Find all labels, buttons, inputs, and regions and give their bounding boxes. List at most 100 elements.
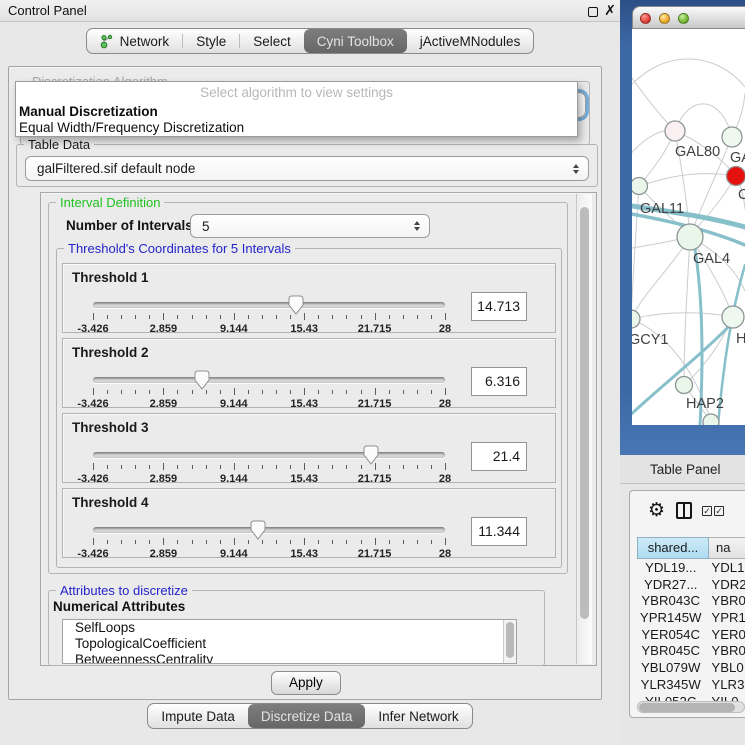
network-graph: GAL80GACGAL11GAL4GCY1HHAP2 [632, 29, 745, 425]
table-body[interactable]: YDL19...YDL1YDR27...YDR2YBR043CYBR0YPR14… [637, 560, 745, 701]
cell-name[interactable]: YER0 [704, 627, 745, 644]
table-row[interactable]: YIL052CYIL0 [637, 694, 745, 702]
threshold-slider[interactable]: -3.4262.8599.14415.4321.71528 [93, 527, 445, 557]
table-row[interactable]: YER054CYER0 [637, 627, 745, 644]
cell-name[interactable]: YIL0 [704, 694, 745, 702]
attributes-list-scrollbar[interactable] [503, 620, 516, 663]
tab-discretize-data[interactable]: Discretize Data [248, 704, 366, 728]
cell-shared-name[interactable]: YBR045C [637, 643, 704, 660]
cell-name[interactable]: YLR3 [704, 677, 745, 694]
network-window-titlebar[interactable] [632, 6, 745, 29]
threshold-block: Threshold 3 -3.4262.8599.14415.4321.7152… [62, 413, 556, 483]
cell-shared-name[interactable]: YPR145W [637, 610, 704, 627]
cell-shared-name[interactable]: YDR27... [637, 577, 704, 594]
table-data-group-title: Table Data [24, 137, 94, 152]
threshold-value-field[interactable]: 14.713 [471, 292, 527, 321]
cell-shared-name[interactable]: YDL19... [637, 560, 704, 577]
threshold-slider[interactable]: -3.4262.8599.14415.4321.71528 [93, 452, 445, 482]
cell-shared-name[interactable]: YLR345W [637, 677, 704, 694]
scrollbar-thumb[interactable] [639, 703, 735, 712]
slider-track[interactable] [93, 452, 445, 458]
network-node[interactable] [703, 414, 719, 425]
scrollbar-thumb[interactable] [580, 207, 589, 619]
threshold-value-field[interactable]: 11.344 [471, 517, 527, 546]
network-node[interactable] [676, 377, 693, 394]
threshold-value-field[interactable]: 6.316 [471, 367, 527, 396]
float-window-icon[interactable] [588, 7, 598, 17]
control-panel: Control Panel ✗ Network Style Select Cyn… [0, 0, 620, 745]
cell-name[interactable]: YDL1 [704, 560, 745, 577]
numerical-attributes-list[interactable]: SelfLoopsTopologicalCoefficientBetweenne… [62, 619, 517, 664]
tab-impute-data-label: Impute Data [161, 709, 235, 724]
slider-ticks [93, 312, 445, 321]
tab-jactivemnodules[interactable]: jActiveMNodules [407, 29, 534, 53]
threshold-value-field[interactable]: 21.4 [471, 442, 527, 471]
cell-name[interactable]: YPR1 [704, 610, 745, 627]
checkbox-icon[interactable]: ✓ [702, 506, 712, 516]
table-data-combobox[interactable]: galFiltered.sif default node [25, 156, 589, 181]
interval-definition-group-title: Interval Definition [56, 195, 164, 210]
network-node-label: HAP2 [686, 396, 724, 412]
network-node[interactable] [722, 127, 742, 147]
algorithm-option-equal-width[interactable]: Equal Width/Frequency Discretization [19, 120, 244, 135]
tab-cyni-toolbox[interactable]: Cyni Toolbox [304, 29, 407, 53]
table-row[interactable]: YLR345WYLR3 [637, 677, 745, 694]
table-row[interactable]: YDR27...YDR2 [637, 577, 745, 594]
slider-track[interactable] [93, 377, 445, 383]
table-row[interactable]: YBR043CYBR0 [637, 593, 745, 610]
tab-impute-data[interactable]: Impute Data [148, 704, 248, 728]
checkbox-icon[interactable]: ✓ [714, 506, 724, 516]
tab-select[interactable]: Select [240, 29, 304, 53]
cell-shared-name[interactable]: YBR043C [637, 593, 704, 610]
tab-jactivemnodules-label: jActiveMNodules [420, 34, 521, 49]
cell-shared-name[interactable]: YER054C [637, 627, 704, 644]
numerical-attributes-label: Numerical Attributes [53, 599, 185, 614]
table-row[interactable]: YPR145WYPR1 [637, 610, 745, 627]
threshold-slider[interactable]: -3.4262.8599.14415.4321.71528 [93, 377, 445, 407]
network-node[interactable] [677, 224, 703, 250]
cell-name[interactable]: YDR2 [704, 577, 745, 594]
cell-name[interactable]: YBR0 [704, 593, 745, 610]
cell-name[interactable]: YBL0 [704, 660, 745, 677]
thresholds-group-title: Threshold's Coordinates for 5 Intervals [64, 241, 295, 256]
cell-name[interactable]: YBR0 [704, 643, 745, 660]
scrollbar-thumb[interactable] [506, 622, 514, 658]
cell-shared-name[interactable]: YIL052C [637, 694, 704, 702]
network-node[interactable] [727, 167, 745, 186]
algorithm-option-manual[interactable]: Manual Discretization [19, 104, 158, 119]
column-header-name[interactable]: na [709, 537, 745, 559]
tab-network[interactable]: Network [87, 29, 183, 53]
threshold-slider[interactable]: -3.4262.8599.14415.4321.71528 [93, 302, 445, 332]
gear-icon[interactable]: ⚙ [648, 499, 665, 522]
slider-track[interactable] [93, 527, 445, 533]
apply-button[interactable]: Apply [271, 671, 341, 695]
attribute-list-item[interactable]: BetweennessCentrality [63, 652, 516, 664]
slider-track[interactable] [93, 302, 445, 308]
network-view-canvas[interactable]: GAL80GACGAL11GAL4GCY1HHAP2 [632, 29, 745, 425]
column-header-shared-name[interactable]: shared... [637, 537, 709, 559]
network-node[interactable] [632, 310, 640, 328]
attribute-list-item[interactable]: TopologicalCoefficient [63, 636, 516, 652]
table-row[interactable]: YBR045CYBR0 [637, 643, 745, 660]
number-of-intervals-combobox[interactable]: 5 [190, 214, 430, 238]
threshold-block: Threshold 2 -3.4262.8599.14415.4321.7152… [62, 338, 556, 408]
table-row[interactable]: YDL19...YDL1 [637, 560, 745, 577]
close-icon[interactable]: ✗ [604, 2, 616, 19]
settings-vertical-scrollbar[interactable] [576, 194, 592, 664]
minimize-light-icon[interactable] [659, 13, 670, 24]
table-row[interactable]: YBL079WYBL0 [637, 660, 745, 677]
zoom-light-icon[interactable] [678, 13, 689, 24]
threshold-block: Threshold 1 -3.4262.8599.14415.4321.7152… [62, 263, 556, 333]
columns-icon[interactable] [676, 502, 692, 519]
network-node[interactable] [665, 121, 685, 141]
network-node[interactable] [722, 306, 744, 328]
network-node[interactable] [632, 178, 648, 195]
cell-shared-name[interactable]: YBL079W [637, 660, 704, 677]
tab-network-label: Network [120, 34, 170, 49]
close-light-icon[interactable] [640, 13, 651, 24]
tab-infer-network[interactable]: Infer Network [365, 704, 471, 728]
attribute-list-item[interactable]: SelfLoops [63, 620, 516, 636]
table-horizontal-scrollbar[interactable] [637, 701, 745, 713]
algorithm-hint-item[interactable]: Select algorithm to view settings [16, 85, 577, 100]
tab-style[interactable]: Style [183, 29, 239, 53]
